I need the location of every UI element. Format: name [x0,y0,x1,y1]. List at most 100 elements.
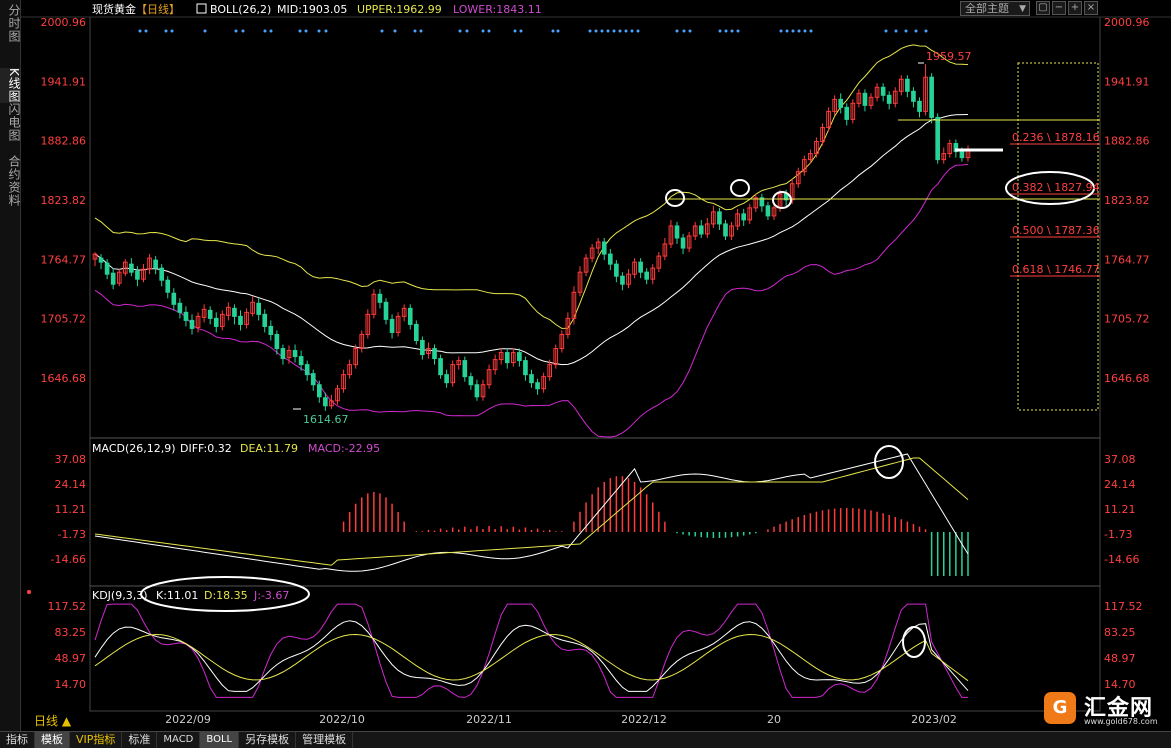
candle-body [504,352,510,364]
signal-dot [718,29,722,33]
period-selector: 日线 ▲ [34,714,72,728]
candle-body [638,261,643,273]
signal-dot [688,29,692,33]
sidebar-tab[interactable]: 分时图 [0,4,21,43]
macd-tick-left: -1.73 [58,528,86,541]
candle-body [741,213,747,221]
signal-dot [144,29,148,33]
macd-tick-left: 11.21 [55,503,87,516]
bottom-tab[interactable]: BOLL [200,732,240,748]
x-axis-tick: 20 [767,713,781,726]
candle-body [674,225,680,239]
close-icon[interactable]: × [1084,1,1098,15]
sidebar-tab[interactable]: 合约资料 [0,155,21,207]
candle-body [298,356,304,366]
candle-body [177,302,183,313]
candle-body [420,339,425,356]
bottom-tab[interactable]: 模板 [35,732,70,748]
signal-dot [393,29,397,33]
signal-dot [551,29,555,33]
bottom-tab[interactable]: VIP指标 [70,732,123,748]
macd-tick-right: 24.14 [1104,478,1136,491]
bottom-tab[interactable]: 管理模板 [296,732,354,748]
macd-tick-right: -14.66 [1104,553,1139,566]
candle-body [268,325,274,335]
kdj-d-line [94,633,969,682]
signal-dot [594,29,598,33]
candle-body [389,318,395,333]
signal-dot [797,29,801,33]
kdj-tick-left: 14.70 [55,678,87,691]
candle-body [765,205,771,217]
signal-dot [413,29,417,33]
signal-dot [170,29,174,33]
bottom-tab[interactable]: 另存模板 [239,732,297,748]
boll-upper-line [94,44,969,329]
kdj-j-line [94,603,968,698]
signal-dot [884,29,888,33]
candle-body [444,374,449,384]
candle-body [535,382,540,390]
bottom-tab[interactable]: MACD [157,732,201,748]
candle-body [462,360,468,378]
macd-tick-left: 37.08 [55,453,87,466]
candle-body [413,323,419,341]
candle-body [110,272,116,285]
macd-dea-value: DEA:11.79 [240,442,298,455]
signal-dot [914,29,918,33]
signal-dot [304,29,308,33]
bottom-tab[interactable]: 标准 [122,732,158,748]
candle-body [310,373,316,386]
candle-body [880,86,886,96]
candle-body [905,78,910,92]
candle-body [104,262,110,275]
y-axis-tick-right: 1882.86 [1104,135,1150,148]
candle-body [232,307,237,317]
signal-dot [682,29,686,33]
candle-body [316,384,322,398]
candle-body [171,292,177,305]
kdj-d-value: D:18.35 [204,589,248,602]
signal-dot [487,29,491,33]
square-icon[interactable]: ▢ [1036,1,1050,15]
sidebar-tab[interactable]: K线图 [0,68,21,103]
candle-body [98,257,104,263]
candle-body [438,358,443,376]
candle-body [432,348,437,360]
high-label: 1959.57 [926,50,972,63]
y-axis-tick-left: 1941.91 [41,75,87,88]
logo-mark-icon: G [1044,692,1076,724]
signal-dot [809,29,813,33]
macd-tick-left: -14.66 [51,553,86,566]
candle-body [377,293,383,303]
macd-title: MACD(26,12,9) [92,442,176,455]
kdj-tick-left: 83.25 [55,626,87,639]
logo: G 汇金网 www.gold678.com [1044,690,1164,726]
macd-diff-line [94,453,969,572]
y-axis-tick-right: 1646.68 [1104,372,1150,385]
y-axis-tick-right: 1941.91 [1104,75,1150,88]
candle-body [601,241,607,255]
theme-dropdown[interactable]: 全部主题 ▼ [960,1,1030,16]
kdj-k-line [94,620,969,692]
y-axis-tick-right: 1705.72 [1104,313,1150,326]
y-axis-tick-left: 1882.86 [41,135,87,148]
kdj-title: KDJ(9,3,3) [92,589,148,602]
sidebar-tab[interactable]: 闪电图 [0,103,21,142]
candle-body [165,279,171,293]
sidebar: 分时图 K线图 闪电图合约资料 [0,0,21,731]
candle-body [607,253,613,265]
signal-dot [803,29,807,33]
candle-body [698,225,704,235]
candle-body [304,364,310,376]
plus-icon[interactable]: + [1068,1,1082,15]
boll-label: BOLL(26,2) [210,3,271,16]
candle-body [407,307,413,325]
bottom-tab[interactable]: 指标 [0,732,35,748]
boll-lower-value: LOWER:1843.11 [453,3,542,16]
macd-tick-right: 37.08 [1104,453,1136,466]
boll-lower-line [94,163,969,438]
signal-dot [164,29,168,33]
minus-icon[interactable]: − [1052,1,1066,15]
kdj-k-value: K:11.01 [156,589,198,602]
